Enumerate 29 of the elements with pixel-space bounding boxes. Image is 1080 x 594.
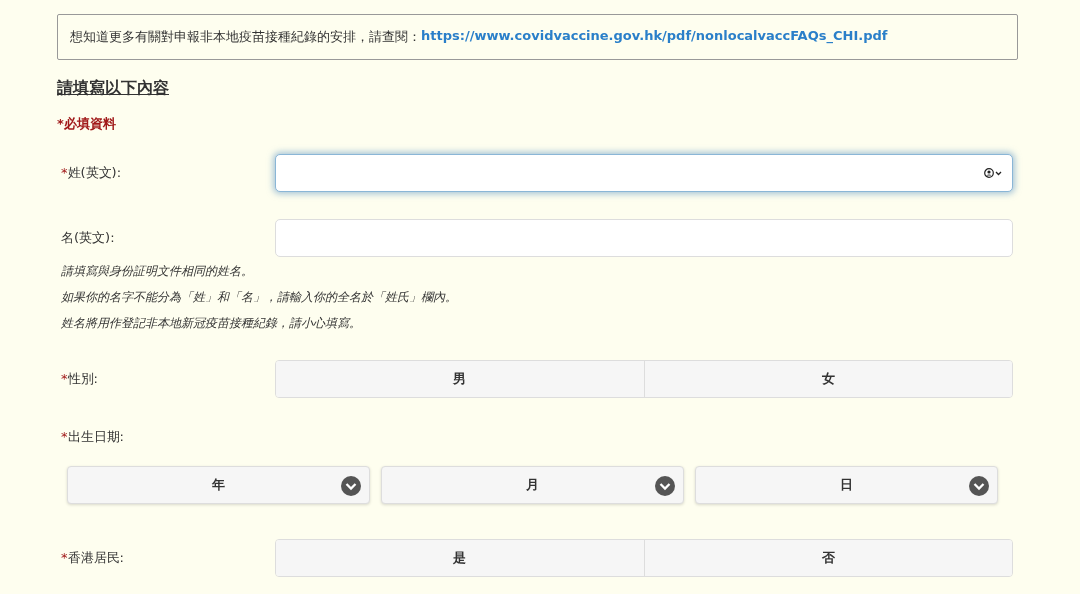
field-label: 香港居民: — [67, 550, 124, 565]
name-input[interactable] — [275, 219, 1013, 257]
required-mark: * — [61, 550, 68, 565]
name-input[interactable] — [275, 154, 1013, 192]
chevron-icon — [655, 476, 675, 496]
resident-option[interactable]: 是 — [276, 540, 644, 576]
chevron-icon — [969, 476, 989, 496]
gender-option[interactable]: 男 — [276, 361, 644, 397]
date-select[interactable]: 日 — [695, 466, 998, 504]
name-hint: 姓名將用作登記非本地新冠疫苗接種紀錄，請小心填寫。 — [61, 315, 362, 332]
field-label: 出生日期: — [67, 429, 124, 444]
required-mark: * — [61, 371, 68, 386]
required-note: *必填資料 — [57, 115, 116, 133]
required-mark: * — [61, 165, 68, 180]
notice-text: 想知道更多有關對申報非本地疫苗接種紀錄的安排，請查閱： — [70, 28, 421, 46]
field-label: 姓(英文): — [67, 165, 122, 180]
date-select[interactable]: 年 — [67, 466, 370, 504]
date-select[interactable]: 月 — [381, 466, 684, 504]
gender-option[interactable]: 女 — [643, 361, 1012, 397]
required-mark: * — [61, 429, 68, 444]
resident-option[interactable]: 否 — [643, 540, 1012, 576]
section-heading: 請填寫以下內容 — [57, 78, 169, 99]
autofill-icon[interactable] — [984, 168, 1004, 178]
field-label: 名(英文): — [61, 230, 115, 245]
field-label: 性別: — [67, 371, 98, 386]
faq-link[interactable]: https://www.covidvaccine.gov.hk/pdf/nonlocalvaccFAQs_CHI.pdf — [421, 28, 888, 46]
name-hint: 請填寫與身份証明文件相同的姓名。 — [61, 263, 254, 280]
name-hint: 如果你的名字不能分為「姓」和「名」，請輸入你的全名於「姓氏」欄內。 — [61, 289, 458, 306]
chevron-icon — [341, 476, 361, 496]
